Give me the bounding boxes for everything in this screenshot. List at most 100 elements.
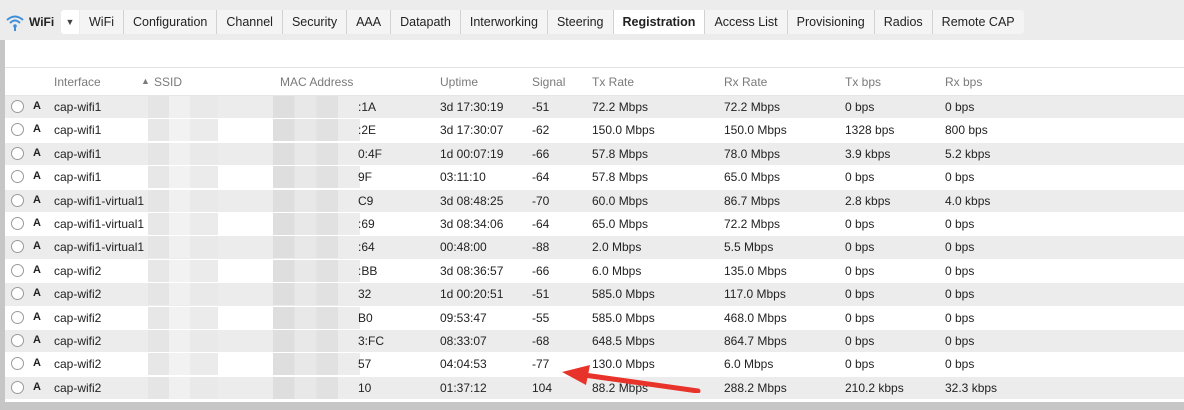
table-header: Interface ▲ SSID MAC Address Uptime Sign… [5,68,1184,96]
table-row[interactable]: Acap-wifi2 3:FC 08:33:07 -68 648.5 Mbps 864.7… [5,329,1184,354]
col-header-uptime[interactable]: Uptime [440,75,478,89]
cell-rx-rate: 288.2 Mbps [724,380,787,395]
tab-datapath[interactable]: Datapath [391,10,461,34]
tab-interworking[interactable]: Interworking [461,10,548,34]
row-select-checkbox[interactable] [11,333,24,347]
cell-signal: -62 [532,123,550,138]
tab-access-list[interactable]: Access List [705,10,788,34]
row-select-checkbox[interactable] [11,193,24,207]
cell-rx-rate: 468.0 Mbps [724,310,787,325]
row-select-checkbox[interactable] [11,146,24,160]
wifi-icon [6,15,24,31]
cell-interface: cap-wifi1-virtual1 [54,216,145,231]
row-flag: A [33,263,41,276]
cell-signal: -51 [532,287,550,302]
row-select-checkbox[interactable] [11,287,24,301]
tab-channel[interactable]: Channel [217,10,283,34]
table-row[interactable]: Acap-wifi1 9F 03:11:10 -64 57.8 Mbps 65.0 Mbp… [5,166,1184,190]
row-select-checkbox[interactable] [11,357,24,371]
col-header-interface[interactable]: Interface [54,75,101,89]
table-row[interactable]: Acap-wifi1-virtual1:69 3d 08:34:06 -64 65.0… [5,212,1184,237]
col-header-ssid[interactable]: SSID [154,75,182,89]
tab-provisioning[interactable]: Provisioning [788,10,875,34]
ssid-redacted [148,306,218,329]
cell-signal: -66 [532,263,550,278]
row-select-checkbox[interactable] [11,263,24,277]
cell-signal: -70 [532,193,550,208]
cell-interface: cap-wifi1 [54,100,102,114]
cell-interface: cap-wifi1 [54,146,102,161]
ssid-redacted [148,329,218,352]
table-row[interactable]: Acap-wifi1-virtual1:64 00:48:00 -88 2.0 Mbp… [5,236,1184,260]
row-flag: A [33,146,41,159]
mac-redacted [273,142,360,165]
table-row[interactable]: Acap-wifi1:1A 3d 17:30:19 -51 72.2 Mbps 72.2… [5,96,1184,120]
row-select-checkbox[interactable] [11,123,24,137]
row-flag: A [33,170,41,183]
col-header-rx-rate[interactable]: Rx Rate [724,75,767,89]
cell-mac: :69 [358,216,375,231]
col-header-mac[interactable]: MAC Address [280,75,353,89]
cell-signal: -64 [532,170,550,185]
tab-wifi[interactable]: WiFi [80,10,124,34]
cell-signal: -77 [532,357,550,372]
tab-configuration[interactable]: Configuration [124,10,218,34]
cell-tx-bps: 0 bps [845,170,875,185]
tab-aaa[interactable]: AAA [347,10,392,34]
tab-radios[interactable]: Radios [875,10,933,34]
mac-redacted [273,353,360,376]
cell-tx-bps: 0 bps [845,216,875,231]
cell-tx-rate: 2.0 Mbps [592,240,642,255]
row-select-checkbox[interactable] [11,380,24,394]
row-select-checkbox[interactable] [11,310,24,324]
row-select-checkbox[interactable] [11,100,24,113]
table-row[interactable]: Acap-wifi1-virtual1 C9 3d 08:48:25 -70 60.0 … [5,189,1184,213]
mac-redacted [273,306,360,329]
row-flag: A [33,193,41,206]
tab-steering[interactable]: Steering [548,10,614,34]
cell-uptime: 3d 17:30:07 [440,123,504,138]
col-header-rx-bps[interactable]: Rx bps [945,75,982,89]
menu-dropdown-button[interactable]: ▼ [61,10,79,34]
row-select-checkbox[interactable] [11,216,24,230]
table-row[interactable]: Acap-wifi2 32 1d 00:20:51 -51 585.0 Mbps 117.… [5,283,1184,307]
tab-remote-cap[interactable]: Remote CAP [933,10,1024,34]
row-select-checkbox[interactable] [11,170,24,184]
cell-rx-bps: 4.0 kbps [945,193,991,208]
cell-mac: :2E [358,123,377,138]
table-row[interactable]: Acap-wifi2:BB 3d 08:36:57 -66 6.0 Mbps 135.0… [5,259,1184,284]
col-header-tx-rate[interactable]: Tx Rate [592,75,634,89]
tab-registration[interactable]: Registration [613,10,706,34]
table-row[interactable]: Acap-wifi1:2E 3d 17:30:07 -62 150.0 Mbps 150… [5,119,1184,143]
cell-rx-bps: 0 bps [945,216,975,231]
cell-interface: cap-wifi2 [54,287,102,302]
table-row[interactable]: Acap-wifi1 0:4F 1d 00:07:19 -66 57.8 Mbps 78.… [5,142,1184,167]
tab-security[interactable]: Security [283,10,348,34]
top-navigation-bar: WiFi ▼ WiFi Configuration Channel Security A… [0,0,1184,40]
toolbar [5,40,1184,68]
cell-uptime: 1d 00:20:51 [440,287,504,302]
cell-rx-rate: 864.7 Mbps [724,333,787,348]
col-header-signal[interactable]: Signal [532,75,565,89]
table-row[interactable]: Acap-wifi2 B0 09:53:47 -55 585.0 Mbps 468.0 M… [5,306,1184,330]
cell-tx-bps: 0 bps [845,240,875,255]
ssid-redacted [148,96,218,118]
cell-tx-bps: 0 bps [845,263,875,278]
col-header-tx-bps[interactable]: Tx bps [845,75,881,89]
cell-uptime: 08:33:07 [440,333,487,348]
ssid-redacted [148,142,218,165]
cell-tx-bps: 0 bps [845,333,875,348]
cell-uptime: 04:04:53 [440,357,487,372]
cell-tx-bps: 210.2 kbps [845,380,904,395]
cell-interface: cap-wifi2 [54,333,102,348]
mac-redacted [273,376,360,399]
row-select-checkbox[interactable] [11,240,24,254]
row-flag: A [33,240,41,253]
tab-bar: WiFi Configuration Channel Security AAA Datap… [80,10,1024,34]
cell-uptime: 1d 00:07:19 [440,146,504,161]
cell-tx-rate: 65.0 Mbps [592,216,649,231]
cell-rx-bps: 0 bps [945,310,975,325]
app-title: WiFi [29,15,55,29]
cell-tx-rate: 585.0 Mbps [592,310,655,325]
app-brand[interactable]: WiFi [5,8,54,36]
